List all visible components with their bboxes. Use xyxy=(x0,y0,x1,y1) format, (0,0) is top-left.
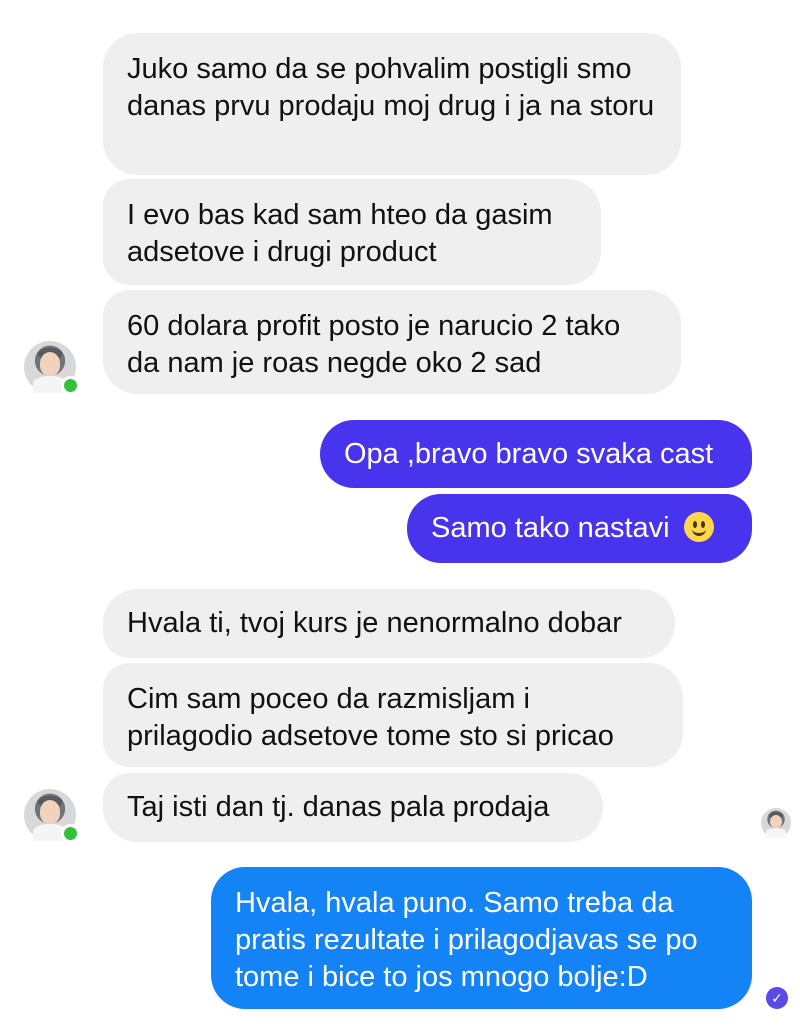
incoming-message-bubble[interactable]: 60 dolara profit posto je narucio 2 tako… xyxy=(103,290,681,394)
message-text: Samo tako nastavi xyxy=(431,512,670,544)
message-text: Juko samo da se pohvalim postigli smo da… xyxy=(127,53,655,122)
avatar-face xyxy=(770,814,782,829)
outgoing-message-bubble[interactable]: Samo tako nastavi xyxy=(407,494,752,563)
avatar-face xyxy=(39,800,61,825)
message-text: 60 dolara profit posto je narucio 2 tako… xyxy=(127,310,621,379)
contact-avatar[interactable] xyxy=(24,341,80,395)
incoming-message-bubble[interactable]: I evo bas kad sam hteo da gasim adsetove… xyxy=(103,179,601,285)
avatar-face xyxy=(39,352,61,377)
message-text: I evo bas kad sam hteo da gasim adsetove… xyxy=(127,199,553,268)
seen-avatar xyxy=(761,808,791,838)
contact-avatar[interactable] xyxy=(24,789,80,843)
incoming-message-bubble[interactable]: Taj isti dan tj. danas pala prodaja xyxy=(103,773,603,842)
online-status-dot xyxy=(61,824,80,843)
message-text: Hvala ti, tvoj kurs je nenormalno dobar xyxy=(127,607,622,639)
smiling-face-emoji xyxy=(683,512,714,542)
outgoing-message-bubble[interactable]: Hvala, hvala puno. Samo treba da pratis … xyxy=(211,867,752,1009)
incoming-message-bubble[interactable]: Juko samo da se pohvalim postigli smo da… xyxy=(103,33,681,175)
message-text: Hvala, hvala puno. Samo treba da pratis … xyxy=(235,887,698,993)
message-text: Opa ,bravo bravo svaka cast xyxy=(344,438,714,470)
incoming-message-bubble[interactable]: Cim sam poceo da razmisljam i prilagodio… xyxy=(103,663,683,767)
online-status-dot xyxy=(61,376,80,395)
avatar-shirt xyxy=(766,828,786,838)
delivered-check-icon: ✓ xyxy=(766,987,788,1009)
message-text: Cim sam poceo da razmisljam i prilagodio… xyxy=(127,683,614,752)
message-text: Taj isti dan tj. danas pala prodaja xyxy=(127,791,550,823)
outgoing-message-bubble[interactable]: Opa ,bravo bravo svaka cast xyxy=(320,420,752,488)
incoming-message-bubble[interactable]: Hvala ti, tvoj kurs je nenormalno dobar xyxy=(103,589,675,658)
